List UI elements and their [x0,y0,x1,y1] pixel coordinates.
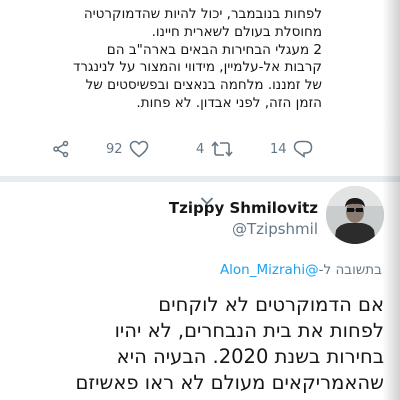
reply-count: 14 [270,141,287,157]
like-count: 92 [106,141,123,157]
avatar[interactable] [326,186,384,244]
heart-icon [129,140,148,158]
author-display-name[interactable]: Tzippy Shmilovitz [169,199,318,217]
share-button[interactable] [52,140,70,158]
previous-tweet: לפחות בנובמבר, יכול להיות שהדמוקרטיה מחו… [0,0,400,178]
like-button[interactable]: 92 [106,140,149,158]
tweet-text: לפחות בנובמבר, יכול להיות שהדמוקרטיה מחו… [22,6,322,113]
retweet-button[interactable]: 4 [196,140,234,158]
reply-icon [293,140,312,158]
share-icon [53,140,69,158]
avatar-image [326,186,384,244]
tweet-actions-bar: 92 4 14 [0,140,400,164]
reply-mention-link[interactable]: @Alon_Mizrahi [220,262,319,278]
reply-context: בתשובה ל-@Alon_Mizrahi [220,262,382,278]
retweet-icon [211,141,233,157]
edge-shadow [382,0,400,400]
reply-prefix: בתשובה ל- [318,262,382,278]
reply-tweet: Tzippy Shmilovitz @Tzipshmil בתשובה ל-@A… [0,182,400,400]
reply-button[interactable]: 14 [270,140,313,158]
tweet-text-body: לפחות בנובמבר, יכול להיות שהדמוקרטיה מחו… [73,6,322,111]
tweet-text: אם הדמוקרטים לא לוקחים לפחות את בית הנבח… [75,293,384,394]
retweet-count: 4 [196,141,205,157]
author-handle[interactable]: @Tzipshmil [232,220,318,238]
